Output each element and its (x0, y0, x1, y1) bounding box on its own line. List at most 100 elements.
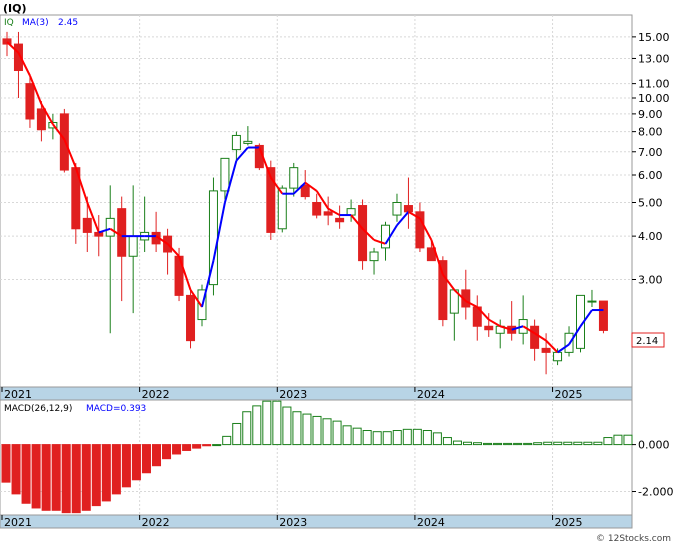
macd-bar (593, 441, 603, 446)
macd-bar (111, 444, 121, 495)
macd-bar (272, 400, 282, 446)
macd-bar (402, 428, 412, 446)
macd-bar (452, 440, 462, 446)
year-label: 2021 (4, 388, 32, 401)
year-label: 2022 (142, 388, 170, 401)
year-label: 2021 (4, 516, 32, 529)
macd-bar (151, 444, 162, 467)
macd-label: MACD(26,12,9) (4, 404, 72, 414)
candle-body (484, 325, 494, 331)
macd-bar (493, 442, 503, 446)
year-band-top (0, 386, 633, 401)
macd-bar (422, 430, 432, 446)
macd-bar (212, 444, 222, 447)
macd-bar (623, 434, 633, 446)
price-tick-label: 7.00 (638, 146, 663, 159)
macd-bar (162, 444, 172, 460)
macd-bar (61, 444, 71, 514)
candle-body (358, 205, 368, 262)
macd-bar (11, 444, 21, 495)
candle-body (335, 217, 345, 223)
macd-bar (382, 431, 392, 446)
macd-bar (352, 427, 362, 446)
macd-bar (573, 441, 583, 446)
price-tick-label: 9.00 (638, 108, 663, 121)
macd-bar (362, 430, 372, 446)
macd-bar (312, 415, 322, 446)
macd-bar (432, 432, 442, 446)
macd-bar (1, 444, 11, 483)
candle-body (323, 211, 333, 216)
macd-bar (101, 444, 111, 502)
macd-bar (523, 442, 533, 446)
price-tick-label: 6.00 (638, 169, 663, 182)
candle-body (541, 347, 551, 353)
candle-body (392, 201, 402, 216)
watermark: © 12Stocks.com (596, 534, 671, 544)
candle-body (312, 201, 322, 216)
macd-bar (563, 441, 573, 446)
year-band-bottom (0, 514, 633, 529)
year-label: 2023 (279, 388, 307, 401)
macd-bar (412, 428, 422, 446)
price-tick-label: 10.00 (638, 92, 670, 105)
macd-bar (543, 441, 553, 446)
macd-bar (342, 425, 352, 446)
last-price-label: 2.14 (636, 336, 658, 347)
candle-body (128, 235, 138, 257)
macd-bar (292, 411, 302, 446)
price-tick-label: 5.00 (638, 196, 663, 209)
macd-bar (172, 444, 182, 455)
candle-body (530, 325, 540, 349)
price-tick-label: 13.00 (638, 52, 670, 65)
macd-bar (202, 444, 212, 447)
macd-bar (462, 441, 472, 446)
macd-bar (91, 444, 101, 507)
macd-bar (282, 406, 292, 446)
candle-body (186, 294, 196, 342)
price-axis: 15.00 13.00 11.0010.00 9.00 8.00 7.00 6.00 5.00… (632, 31, 670, 287)
price-tick-label: 15.00 (638, 31, 670, 44)
macd-tick-label: -2.000 (638, 486, 673, 499)
macd-bar (71, 444, 81, 514)
stock-chart: (IQ) 15.00 13.00 11.0010.00 9.00 8.00 7.00 6.0… (0, 2, 673, 544)
macd-bar (41, 444, 51, 511)
year-label: 2024 (417, 516, 445, 529)
price-tick-label: 8.00 (638, 126, 663, 139)
macd-bar (182, 444, 192, 451)
macd-bar (222, 435, 232, 446)
candle-body (117, 208, 127, 257)
candle-body (36, 108, 46, 131)
macd-bar (503, 442, 513, 446)
legend-ticker: IQ (4, 18, 14, 28)
candle-body (105, 217, 115, 237)
candle-body (289, 167, 299, 189)
macd-bar (322, 418, 332, 446)
macd-bar (31, 444, 41, 509)
candle-body (553, 351, 563, 362)
macd-bar (472, 442, 483, 446)
candle-body (403, 205, 413, 213)
candle-body (231, 134, 241, 151)
candle-body (381, 224, 391, 249)
candle-body (369, 251, 379, 262)
macd-bar (131, 444, 141, 481)
macd-bar (483, 442, 493, 446)
macd-tick-label: 0.000 (638, 439, 670, 452)
macd-bar (332, 420, 342, 446)
macd-bar (21, 444, 31, 504)
macd-bar (192, 444, 202, 449)
candle-body (25, 83, 35, 120)
legend-ma-label: MA(3) (22, 18, 49, 28)
candle-body (243, 140, 253, 144)
macd-bar (392, 430, 402, 446)
price-tick-label: 4.00 (638, 230, 663, 243)
macd-bar (513, 442, 523, 446)
macd-bar (262, 400, 272, 446)
legend-ma-value: 2.45 (58, 18, 78, 28)
macd-bar (613, 434, 623, 446)
year-label: 2025 (555, 516, 583, 529)
macd-bar (81, 444, 91, 511)
macd-bar (242, 411, 252, 446)
price-tick-label: 3.00 (638, 274, 663, 287)
